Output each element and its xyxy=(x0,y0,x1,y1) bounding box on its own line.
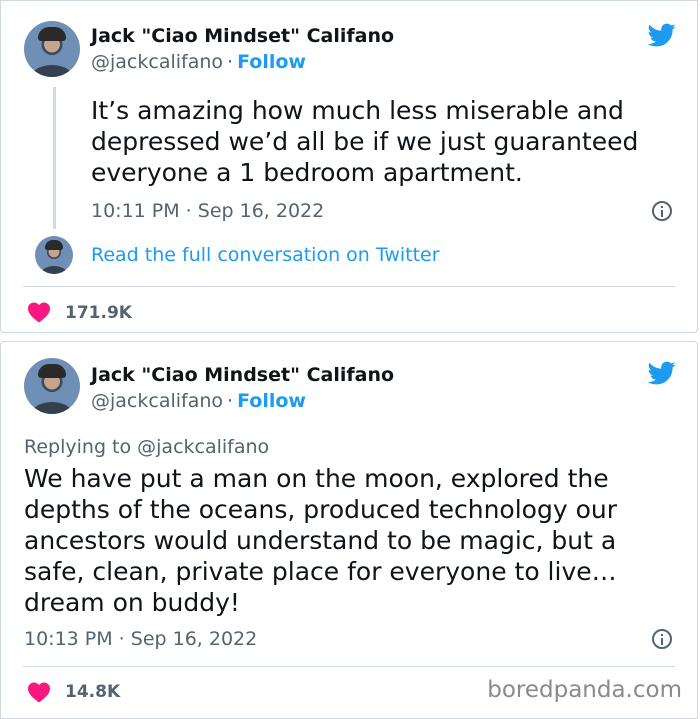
follow-button[interactable]: Follow xyxy=(237,390,306,412)
twitter-bird-icon[interactable] xyxy=(646,359,678,387)
tweet-text-line: dream on buddy! xyxy=(24,588,240,617)
tweet-text-line: We have put a man on the moon, explored … xyxy=(24,464,609,493)
tweet-timestamp[interactable]: 10:13 PM · Sep 16, 2022 xyxy=(24,628,257,650)
heart-icon[interactable] xyxy=(27,301,51,323)
tweet-timestamp[interactable]: 10:11 PM · Sep 16, 2022 xyxy=(91,200,324,222)
divider xyxy=(23,286,675,287)
tweet-card-1: Jack "Ciao Mindset" Califano @jackcalifa… xyxy=(0,0,698,333)
tweet-text-line: It’s amazing how much less miserable and xyxy=(91,96,624,125)
tweet-text-line: everyone a 1 bedroom apartment. xyxy=(91,158,523,187)
avatar[interactable] xyxy=(24,21,80,77)
replying-to[interactable]: Replying to @jackcalifano xyxy=(24,436,269,458)
separator-dot: · xyxy=(227,390,234,412)
author-handle[interactable]: @jackcalifano xyxy=(91,51,223,73)
read-full-conversation-link[interactable]: Read the full conversation on Twitter xyxy=(91,244,440,266)
like-count[interactable]: 14.8K xyxy=(65,682,120,702)
thread-line xyxy=(53,87,56,229)
like-count[interactable]: 171.9K xyxy=(65,303,132,323)
divider xyxy=(23,666,675,667)
tweet-card-2: Jack "Ciao Mindset" Califano @jackcalifa… xyxy=(0,341,698,719)
tweet-text-line: depths of the oceans, produced technolog… xyxy=(24,495,617,524)
separator-dot: · xyxy=(227,51,234,73)
heart-icon[interactable] xyxy=(27,681,51,703)
tweet-text-line: safe, clean, private place for everyone … xyxy=(24,557,617,586)
tweet-text-line: depressed we’d all be if we just guarant… xyxy=(91,127,639,156)
author-name[interactable]: Jack "Ciao Mindset" Califano xyxy=(91,364,394,386)
tweet-text: It’s amazing how much less miserable and… xyxy=(91,95,638,188)
info-icon[interactable] xyxy=(652,629,672,649)
info-icon[interactable] xyxy=(652,201,672,221)
author-name[interactable]: Jack "Ciao Mindset" Califano xyxy=(91,25,394,47)
avatar[interactable] xyxy=(24,358,80,414)
avatar-small[interactable] xyxy=(35,236,73,274)
handle-line: @jackcalifano · Follow xyxy=(91,51,306,73)
follow-button[interactable]: Follow xyxy=(237,51,306,73)
twitter-bird-icon[interactable] xyxy=(646,21,678,49)
tweet-text: We have put a man on the moon, explored … xyxy=(24,463,617,618)
tweet-text-line: ancestors would understand to be magic, … xyxy=(24,526,617,555)
author-handle[interactable]: @jackcalifano xyxy=(91,390,223,412)
watermark: boredpanda.com xyxy=(487,677,682,703)
handle-line: @jackcalifano · Follow xyxy=(91,390,306,412)
